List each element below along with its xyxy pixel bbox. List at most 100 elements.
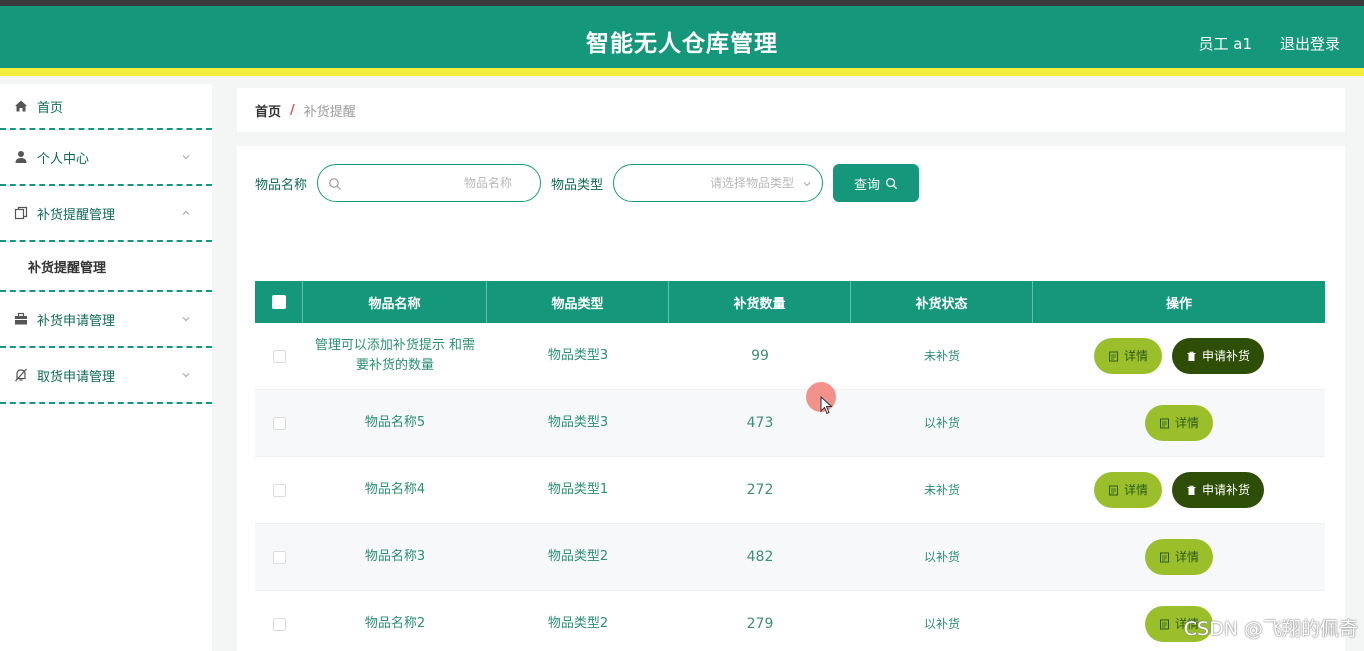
cell-status: 未补货 [923,349,960,363]
detail-button[interactable]: 详情 [1145,539,1213,575]
document-icon [1159,418,1169,428]
cursor-icon [820,396,833,415]
query-button[interactable]: 查询 [833,164,920,202]
detail-button[interactable]: 详情 [1145,405,1213,441]
search-bar: 物品名称 物品类型 查询 [255,163,920,203]
watermark: CSDN @飞翔的佩奇 [1183,618,1358,640]
apply-restock-label: 申请补货 [1201,483,1250,497]
cell-qty: 99 [751,348,769,364]
home-icon [13,98,29,114]
cell-name: 物品名称4 [364,482,426,497]
table-row: 物品名称3 物品类型2 482 以补货 详情 [255,524,1325,591]
user-name[interactable]: 员工 a1 [1198,33,1252,54]
row-checkbox[interactable] [272,416,286,430]
sidebar-item-label: 取货申请管理 [37,369,116,385]
search-icon [329,178,341,190]
item-name-input-wrapper [317,164,542,202]
briefcase-icon [13,311,29,327]
cell-actions: 详情 申请补货 [1033,323,1325,389]
cell-type: 物品类型1 [547,482,609,497]
sidebar-item-pickup-apply[interactable]: 取货申请管理 [0,348,212,404]
chevron-down-icon [182,155,190,160]
item-name-input[interactable] [318,165,541,201]
cell-actions: 详情 [1033,524,1325,590]
apply-restock-button[interactable]: 申请补货 [1172,472,1264,508]
table-row: 物品名称2 物品类型2 279 以补货 详情 [255,591,1325,651]
document-icon [1108,485,1118,495]
document-icon [1159,619,1169,629]
cell-type: 物品类型2 [547,616,609,631]
select-all-checkbox[interactable] [271,295,286,309]
table-row: 物品名称5 物品类型3 473 以补货 详情 [255,390,1325,457]
cell-type: 物品类型3 [547,415,609,430]
cell-qty: 272 [746,482,774,498]
cell-type: 物品类型2 [547,549,609,564]
item-name-label: 物品名称 [255,177,308,193]
sidebar-item-home[interactable]: 首页 [0,84,212,130]
row-checkbox[interactable] [272,550,286,564]
copy-icon [13,205,29,221]
sidebar-item-restock-reminder[interactable]: 补货提醒管理 [0,186,212,242]
cell-type: 物品类型3 [547,348,609,363]
chevron-down-icon [182,373,190,378]
bell-off-icon [13,367,29,383]
column-header-name: 物品名称 [303,281,487,323]
search-icon [886,177,898,189]
column-header-actions: 操作 [1165,296,1192,312]
document-icon [1159,552,1169,562]
cell-qty: 279 [746,616,774,632]
sidebar-item-profile[interactable]: 个人中心 [0,130,212,186]
main-content: 物品名称 物品类型 查询 物品名称 物品类型 补货数量 补货状态 操作 管理可以… [237,146,1345,651]
row-checkbox[interactable] [272,617,286,631]
chevron-down-icon [803,182,811,187]
detail-button[interactable]: 详情 [1094,472,1162,508]
sidebar-item-restock-apply[interactable]: 补货申请管理 [0,292,212,348]
apply-restock-button[interactable]: 申请补货 [1172,338,1264,374]
detail-button[interactable]: 详情 [1094,338,1162,374]
query-button-label: 查询 [854,177,881,193]
cell-status: 未补货 [923,483,960,497]
cell-name: 物品名称2 [364,616,426,631]
cell-status: 以补货 [923,416,960,430]
item-type-select[interactable] [613,164,824,202]
row-checkbox[interactable] [272,349,286,363]
cell-name: 物品名称3 [364,549,426,564]
breadcrumb-home[interactable]: 首页 [255,101,281,120]
detail-button-label: 详情 [1123,483,1148,497]
breadcrumb: 首页 / 补货提醒 [237,88,1345,132]
apply-restock-label: 申请补货 [1201,349,1250,363]
document-icon [1108,351,1118,361]
restock-table: 物品名称 物品类型 补货数量 补货状态 操作 管理可以添加补货提示 和需要补货的… [255,281,1325,651]
app-title: 智能无人仓库管理 [586,31,778,57]
breadcrumb-current: 补货提醒 [303,104,356,120]
cell-qty: 482 [746,549,774,565]
sidebar: 首页 个人中心 补货提醒管理 补货提醒管理 补货申请管理 取货申请管理 [0,84,212,651]
table-row: 管理可以添加补货提示 和需要补货的数量 物品类型3 99 未补货 详情 申请补货 [255,323,1325,390]
sidebar-item-label: 补货申请管理 [37,313,116,329]
sidebar-item-label: 首页 [37,100,64,116]
row-checkbox[interactable] [272,483,286,497]
item-type-label: 物品类型 [551,177,604,193]
trash-icon [1187,351,1196,361]
submenu-restock-reminder[interactable]: 补货提醒管理 [0,242,212,292]
select-all-cell [255,281,303,323]
user-icon [13,149,29,165]
chevron-down-icon [182,317,190,322]
trash-icon [1187,485,1196,495]
chevron-up-icon [182,210,190,215]
column-header-status: 补货状态 [851,281,1033,323]
cell-actions: 详情 [1033,390,1325,456]
detail-button-label: 详情 [1174,550,1199,564]
table-row: 物品名称4 物品类型1 272 未补货 详情 申请补货 [255,457,1325,524]
column-header-qty: 补货数量 [669,281,851,323]
cell-actions: 详情 申请补货 [1033,457,1325,523]
cell-name: 管理可以添加补货提示 和需要补货的数量 [314,338,476,373]
detail-button-label: 详情 [1174,416,1199,430]
item-type-select-input[interactable] [614,165,823,201]
cell-status: 以补货 [923,617,960,631]
logout-link[interactable]: 退出登录 [1280,33,1340,54]
breadcrumb-separator: / [290,102,295,118]
column-header-type: 物品类型 [487,281,669,323]
cell-name: 物品名称5 [364,415,426,430]
cell-status: 以补货 [923,550,960,564]
